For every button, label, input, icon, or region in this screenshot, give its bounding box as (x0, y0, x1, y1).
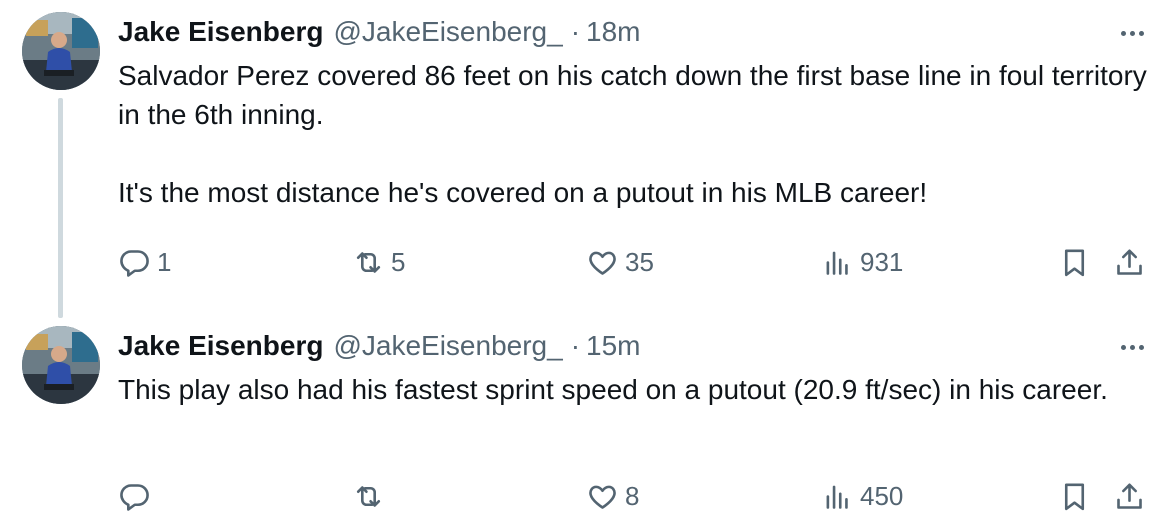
reply-button[interactable] (118, 476, 157, 516)
author-name[interactable]: Jake Eisenberg (118, 328, 323, 364)
reply-icon (120, 483, 149, 511)
tweet[interactable]: Jake Eisenberg @JakeEisenberg_ · 18m Sal… (0, 0, 1166, 318)
views-button[interactable]: 931 (821, 242, 903, 282)
bookmark-button[interactable] (1058, 242, 1091, 282)
like-button[interactable]: 35 (586, 242, 654, 282)
author-handle[interactable]: @JakeEisenberg_ (333, 328, 562, 364)
thread-line (58, 98, 63, 318)
views-icon (826, 485, 848, 509)
view-count: 931 (860, 246, 904, 277)
action-bar: 8 450 (118, 476, 1166, 516)
like-count: 8 (625, 480, 640, 511)
separator-dot: · (570, 330, 581, 361)
tweet[interactable]: Jake Eisenberg @JakeEisenberg_ · 15m Thi… (0, 314, 1166, 530)
more-icon[interactable] (1114, 18, 1150, 48)
views-button[interactable]: 450 (821, 476, 903, 516)
tweet-header: Jake Eisenberg @JakeEisenberg_ · 18m (118, 14, 640, 50)
like-button[interactable]: 8 (586, 476, 639, 516)
repost-button[interactable] (352, 476, 391, 516)
heart-icon (589, 485, 616, 509)
bookmark-icon (1064, 483, 1085, 510)
bookmark-icon (1064, 249, 1085, 276)
tweet-text: Salvador Perez covered 86 feet on his ca… (118, 56, 1148, 212)
repost-button[interactable]: 5 (352, 242, 405, 282)
repost-icon (356, 485, 381, 507)
separator-dot: · (570, 16, 581, 47)
avatar[interactable] (22, 12, 100, 90)
action-bar: 1 5 35 931 (118, 242, 1166, 282)
tweet-header: Jake Eisenberg @JakeEisenberg_ · 15m (118, 328, 640, 364)
view-count: 450 (860, 480, 904, 511)
share-icon (1117, 249, 1142, 275)
share-button[interactable] (1113, 476, 1146, 516)
tweet-paragraph: This play also had his fastest sprint sp… (118, 374, 1108, 405)
author-name[interactable]: Jake Eisenberg (118, 14, 323, 50)
timestamp[interactable]: 15m (586, 328, 640, 364)
like-count: 35 (625, 246, 654, 277)
share-icon (1117, 483, 1142, 509)
avatar[interactable] (22, 326, 100, 404)
bookmark-button[interactable] (1058, 476, 1091, 516)
share-button[interactable] (1113, 242, 1146, 282)
reply-count: 1 (157, 246, 172, 277)
views-icon (826, 251, 848, 275)
timestamp[interactable]: 18m (586, 14, 640, 50)
heart-icon (589, 251, 616, 275)
tweet-paragraph: It's the most distance he's covered on a… (118, 177, 928, 208)
repost-count: 5 (391, 246, 406, 277)
repost-icon (356, 251, 381, 273)
more-icon[interactable] (1114, 332, 1150, 362)
tweet-text: This play also had his fastest sprint sp… (118, 370, 1148, 409)
reply-button[interactable]: 1 (118, 242, 171, 282)
author-handle[interactable]: @JakeEisenberg_ (333, 14, 562, 50)
tweet-paragraph: Salvador Perez covered 86 feet on his ca… (118, 60, 1147, 130)
reply-icon (120, 249, 149, 277)
